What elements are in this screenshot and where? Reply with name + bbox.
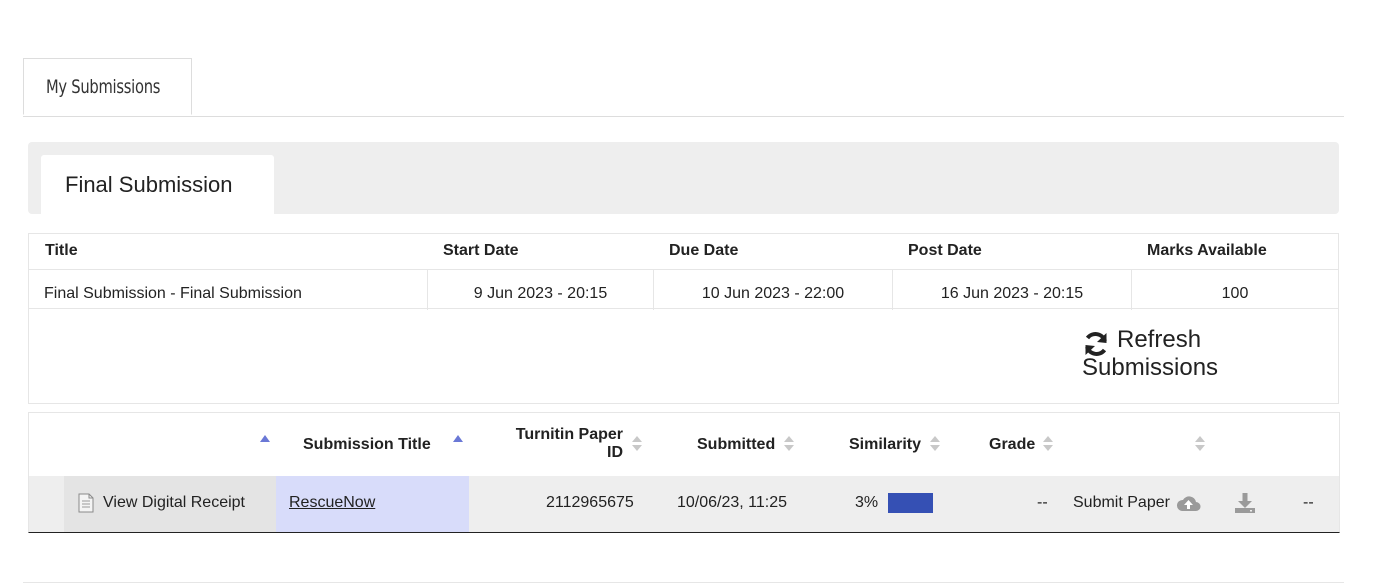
view-digital-receipt-link[interactable]: View Digital Receipt <box>103 494 245 512</box>
header-submission-title[interactable]: Submission Title <box>303 436 431 454</box>
similarity-bar[interactable] <box>888 493 933 513</box>
submission-title-link[interactable]: RescueNow <box>289 494 375 512</box>
refresh-label-line2: Submissions <box>1082 354 1219 381</box>
tab-final-submission-label: Final Submission <box>65 172 233 197</box>
sort-icon[interactable] <box>930 436 940 452</box>
info-due-date: 10 Jun 2023 - 22:00 <box>653 270 892 310</box>
submission-title-cell: RescueNow <box>276 476 469 532</box>
submissions-table: Submission Title Turnitin Paper ID Submi… <box>28 412 1340 533</box>
refresh-submissions-button[interactable]: Refresh Submissions <box>1082 326 1252 382</box>
sort-asc-icon[interactable] <box>453 435 463 442</box>
paper-id: 2112965675 <box>546 494 634 511</box>
refresh-area: Refresh Submissions <box>28 309 1339 404</box>
header-paper-id[interactable]: Turnitin Paper ID <box>515 426 623 462</box>
cloud-upload-icon[interactable] <box>1176 494 1201 512</box>
digital-receipt-cell[interactable]: View Digital Receipt <box>64 476 276 532</box>
assignment-part-panel: Final Submission <box>28 142 1339 214</box>
submitted-date: 10/06/23, 11:25 <box>677 494 788 511</box>
tab-final-submission[interactable]: Final Submission <box>41 155 274 214</box>
tab-my-submissions[interactable]: My Submissions <box>23 58 192 115</box>
info-row: Final Submission - Final Submission 9 Ju… <box>29 269 1338 310</box>
submit-paper-button[interactable]: Submit Paper <box>1073 494 1170 512</box>
tab-my-submissions-label: My Submissions <box>46 76 161 98</box>
submissions-tabbar: My Submissions <box>23 58 1344 117</box>
header-grade[interactable]: Grade <box>989 436 1035 454</box>
header-due-date: Due Date <box>669 242 739 259</box>
bottom-divider <box>23 582 1344 583</box>
similarity-score[interactable]: 3% <box>855 494 878 512</box>
header-similarity[interactable]: Similarity <box>849 436 921 454</box>
sort-asc-icon[interactable] <box>260 435 270 442</box>
refresh-icon <box>1085 332 1107 356</box>
download-icon[interactable] <box>1234 492 1256 514</box>
table-row: View Digital Receipt RescueNow 211296567… <box>29 476 1339 532</box>
grade-value: -- <box>1037 494 1048 511</box>
row-end-value: -- <box>1303 494 1314 511</box>
header-title: Title <box>45 242 78 259</box>
document-icon <box>78 493 94 513</box>
info-title: Final Submission - Final Submission <box>44 285 302 302</box>
header-post-date: Post Date <box>908 242 982 259</box>
header-paper-id-line1: Turnitin Paper <box>515 426 623 443</box>
info-post-date: 16 Jun 2023 - 20:15 <box>892 270 1131 310</box>
header-start-date: Start Date <box>443 242 519 259</box>
header-paper-id-line2: ID <box>607 444 623 461</box>
sort-icon[interactable] <box>1195 436 1205 452</box>
header-submitted[interactable]: Submitted <box>697 436 775 454</box>
assignment-info-table: Title Start Date Due Date Post Date Mark… <box>28 233 1339 310</box>
info-marks-available: 100 <box>1131 270 1338 310</box>
header-marks-available: Marks Available <box>1147 242 1267 259</box>
info-start-date: 9 Jun 2023 - 20:15 <box>427 270 653 310</box>
sort-icon[interactable] <box>1043 436 1053 452</box>
sort-icon[interactable] <box>632 436 642 452</box>
sort-icon[interactable] <box>784 436 794 452</box>
